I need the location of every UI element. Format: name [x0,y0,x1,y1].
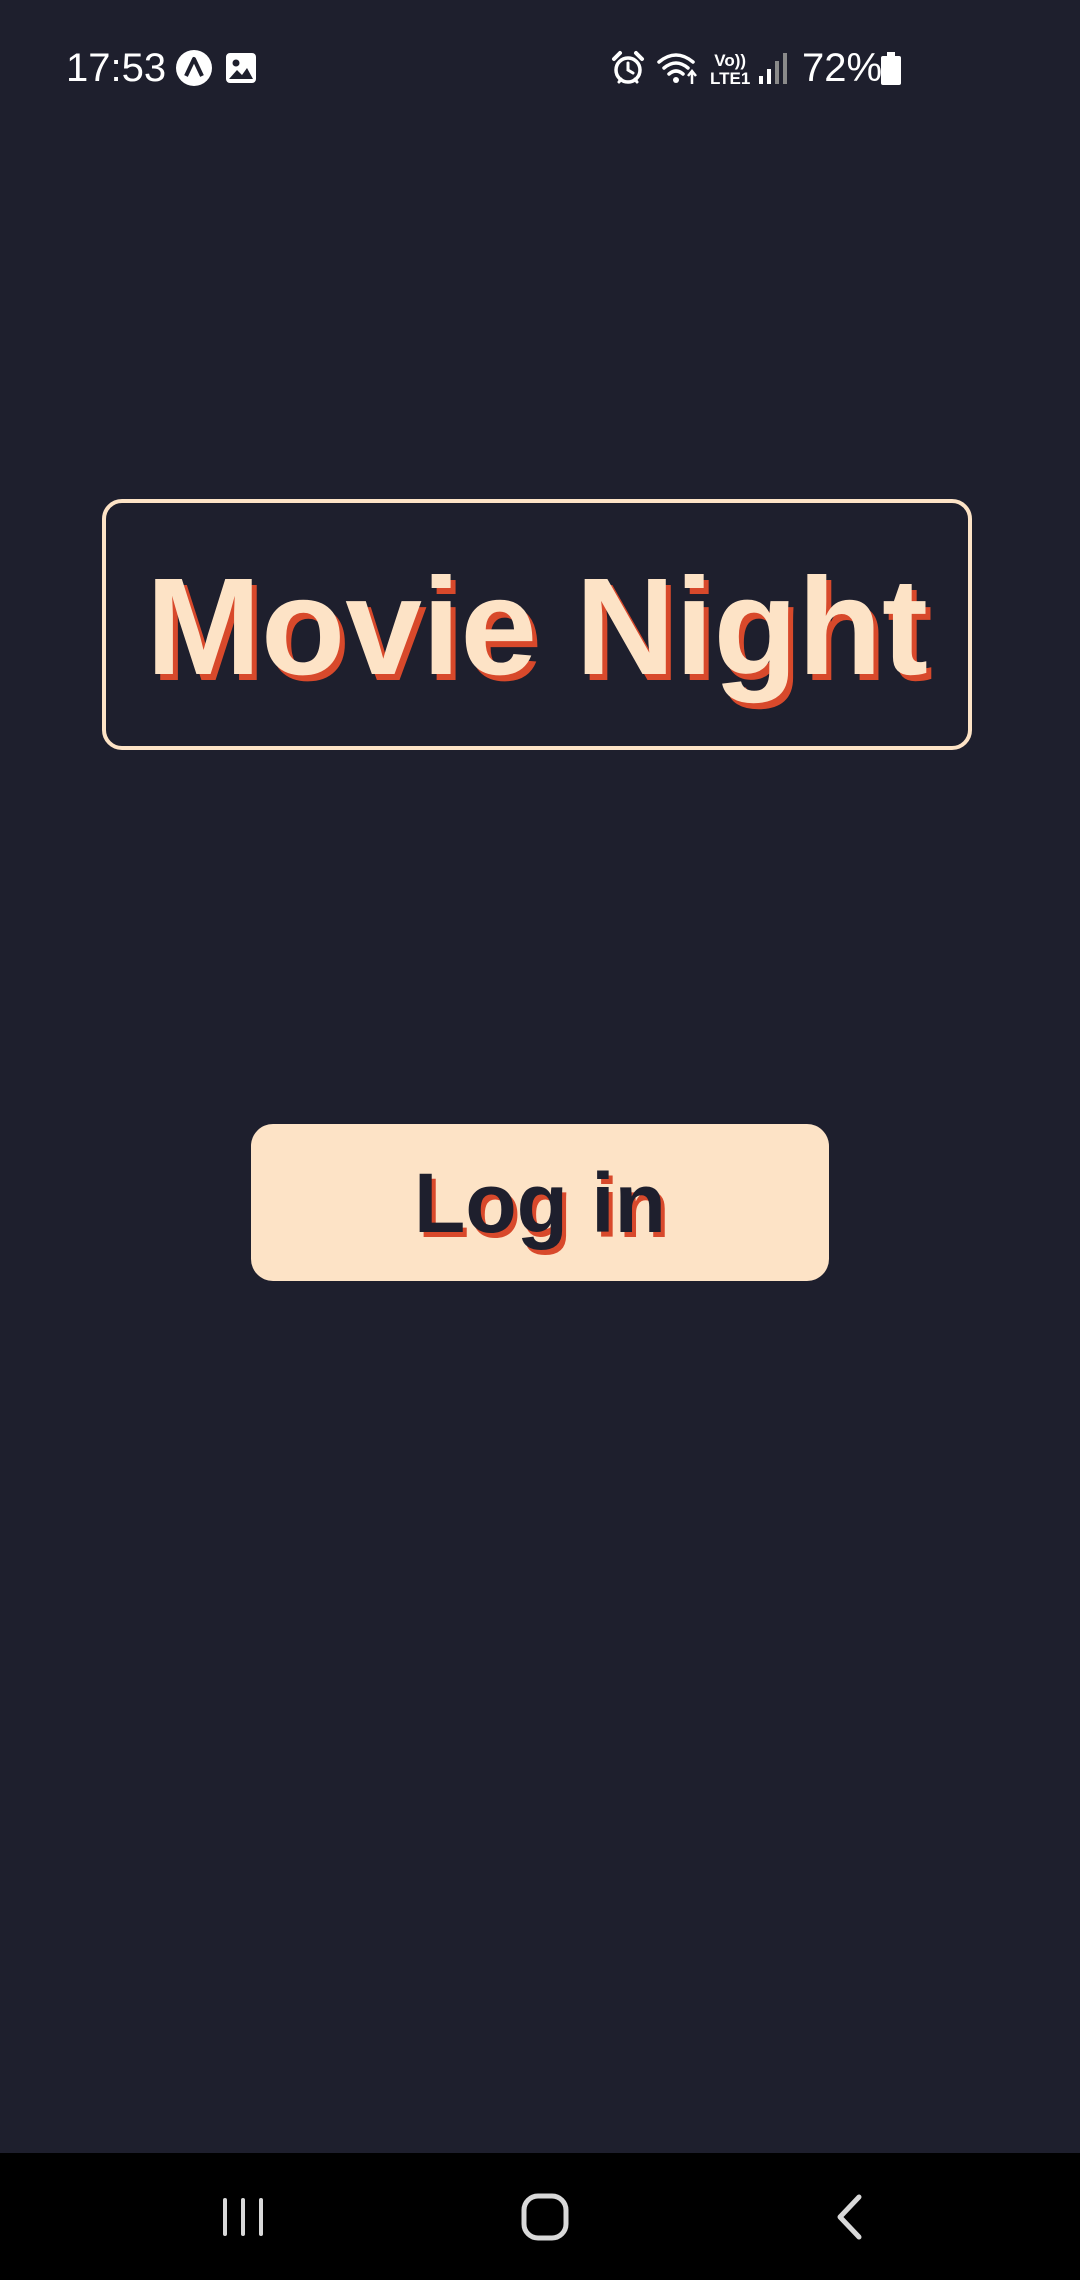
login-button[interactable]: Log in [251,1124,829,1281]
network-label-bottom: LTE1 [710,69,751,88]
app-title-box: Movie Night [102,499,972,750]
status-bar: 17:53 Vo)) LTE1 72% [0,0,1080,135]
recent-apps-icon [223,2197,263,2236]
back-icon [837,2194,862,2239]
network-label-top: Vo)) [714,51,747,70]
image-icon [226,53,256,83]
a-letter-icon [176,50,212,86]
signal-icon [759,53,787,84]
system-nav-bar [0,2153,1080,2280]
status-time: 17:53 [66,46,167,90]
back-button[interactable] [749,2153,949,2280]
app-screen: 17:53 Vo)) LTE1 72% Movie Night Log in [0,0,1080,2280]
network-type-label: Vo)) LTE1 [710,52,750,88]
alarm-icon [612,51,644,84]
login-button-label: Log in [414,1155,666,1250]
app-title: Movie Night [146,549,928,704]
home-icon [521,2193,569,2240]
recent-apps-button[interactable] [143,2153,343,2280]
battery-percent: 72% [802,46,883,90]
wifi-icon [657,53,697,84]
home-button[interactable] [445,2153,645,2280]
battery-icon [881,52,901,85]
